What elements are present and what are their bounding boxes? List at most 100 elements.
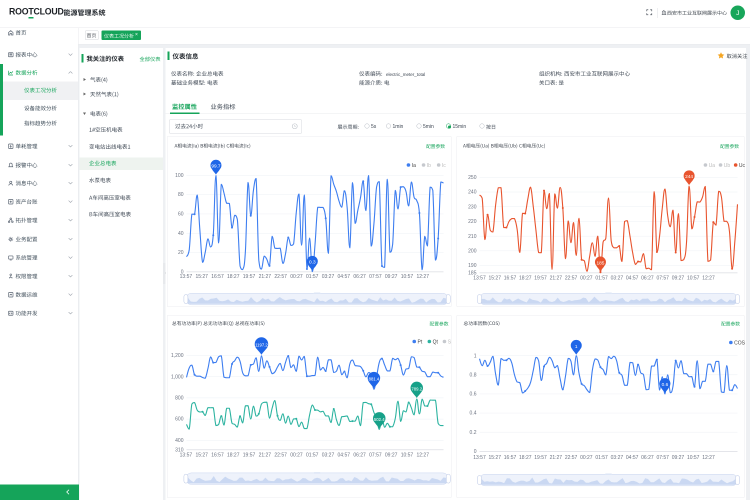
svg-text:21:27: 21:27 [259, 453, 272, 459]
svg-text:0: 0 [474, 449, 477, 455]
svg-text:12:27: 12:27 [416, 453, 429, 459]
svg-text:06:27: 06:27 [353, 453, 366, 459]
svg-text:03:27: 03:27 [611, 455, 624, 461]
svg-text:04:57: 04:57 [626, 276, 639, 282]
svg-text:15:27: 15:27 [488, 455, 501, 461]
svg-text:10:57: 10:57 [401, 453, 414, 459]
svg-text:09:27: 09:27 [385, 274, 398, 280]
svg-text:21:27: 21:27 [550, 455, 563, 461]
svg-text:600: 600 [175, 417, 184, 423]
svg-text:Uc: Uc [739, 163, 745, 169]
svg-text:220: 220 [468, 219, 477, 225]
svg-text:04:57: 04:57 [626, 455, 639, 461]
svg-text:16:57: 16:57 [504, 276, 517, 282]
svg-text:Ic: Ic [442, 163, 446, 169]
svg-text:100: 100 [175, 173, 184, 179]
svg-text:01:57: 01:57 [595, 276, 608, 282]
svg-text:0.3: 0.3 [309, 260, 316, 266]
svg-text:COS: COS [734, 340, 745, 346]
svg-text:16:57: 16:57 [504, 455, 517, 461]
svg-text:22:57: 22:57 [565, 455, 578, 461]
svg-text:00:27: 00:27 [580, 276, 593, 282]
svg-text:Ia: Ia [412, 163, 416, 169]
svg-text:22:57: 22:57 [274, 453, 287, 459]
svg-text:13:57: 13:57 [180, 274, 193, 280]
svg-text:18:27: 18:27 [519, 455, 532, 461]
svg-text:1,200: 1,200 [171, 353, 184, 359]
svg-text:0.6: 0.6 [470, 392, 477, 398]
svg-text:03:27: 03:27 [322, 453, 335, 459]
svg-text:15:27: 15:27 [195, 453, 208, 459]
svg-text:18:27: 18:27 [227, 274, 240, 280]
svg-text:01:57: 01:57 [306, 453, 319, 459]
svg-text:00:27: 00:27 [580, 455, 593, 461]
svg-text:13:57: 13:57 [473, 276, 486, 282]
svg-text:04:57: 04:57 [338, 274, 351, 280]
svg-text:09:27: 09:27 [385, 453, 398, 459]
svg-text:10:57: 10:57 [401, 274, 414, 280]
svg-text:12:27: 12:27 [416, 274, 429, 280]
svg-text:60: 60 [178, 212, 184, 218]
svg-text:99.7: 99.7 [211, 164, 221, 170]
svg-text:250: 250 [468, 175, 477, 181]
svg-text:16:57: 16:57 [211, 274, 224, 280]
svg-text:400: 400 [175, 438, 184, 444]
svg-text:200: 200 [468, 248, 477, 254]
svg-text:07:57: 07:57 [369, 274, 382, 280]
svg-text:0.8: 0.8 [470, 372, 477, 378]
svg-text:19:57: 19:57 [534, 276, 547, 282]
svg-text:S: S [448, 339, 452, 345]
svg-text:881.4: 881.4 [369, 377, 380, 382]
svg-text:1197.2: 1197.2 [255, 343, 268, 348]
svg-text:190: 190 [468, 263, 477, 269]
svg-text:07:57: 07:57 [656, 455, 669, 461]
svg-text:18:27: 18:27 [519, 276, 532, 282]
svg-text:13:57: 13:57 [473, 455, 486, 461]
svg-text:0.6: 0.6 [662, 382, 669, 388]
svg-text:07:57: 07:57 [656, 276, 669, 282]
svg-text:15:27: 15:27 [195, 274, 208, 280]
svg-text:210: 210 [468, 234, 477, 240]
svg-text:22:57: 22:57 [565, 276, 578, 282]
svg-text:07:57: 07:57 [369, 453, 382, 459]
svg-text:18:27: 18:27 [227, 453, 240, 459]
svg-text:Pt: Pt [418, 339, 423, 345]
svg-text:1,000: 1,000 [171, 374, 184, 380]
svg-text:789.2: 789.2 [411, 386, 422, 391]
svg-text:06:27: 06:27 [641, 276, 654, 282]
svg-text:22:57: 22:57 [274, 274, 287, 280]
svg-text:00:27: 00:27 [290, 453, 303, 459]
svg-text:01:57: 01:57 [306, 274, 319, 280]
svg-text:13:57: 13:57 [180, 453, 193, 459]
svg-text:06:27: 06:27 [641, 455, 654, 461]
svg-text:19:57: 19:57 [534, 455, 547, 461]
svg-text:21:27: 21:27 [550, 276, 563, 282]
svg-text:Qt: Qt [433, 339, 439, 345]
svg-text:185: 185 [596, 260, 604, 266]
svg-text:04:57: 04:57 [338, 453, 351, 459]
svg-text:15:27: 15:27 [488, 276, 501, 282]
svg-text:230: 230 [468, 204, 477, 210]
svg-text:1: 1 [575, 344, 578, 350]
svg-text:1: 1 [474, 353, 477, 359]
svg-text:03:27: 03:27 [611, 276, 624, 282]
svg-text:240: 240 [468, 190, 477, 196]
svg-text:40: 40 [178, 231, 184, 237]
svg-text:12:27: 12:27 [702, 276, 715, 282]
svg-text:06:27: 06:27 [353, 274, 366, 280]
svg-text:09:27: 09:27 [672, 276, 685, 282]
svg-text:03:27: 03:27 [322, 274, 335, 280]
svg-text:502.4: 502.4 [374, 417, 385, 422]
svg-text:19:57: 19:57 [243, 274, 256, 280]
svg-text:21:27: 21:27 [259, 274, 272, 280]
svg-text:10:57: 10:57 [687, 276, 700, 282]
svg-text:20: 20 [178, 250, 184, 256]
svg-text:Ua: Ua [709, 163, 716, 169]
svg-text:12:27: 12:27 [702, 455, 715, 461]
svg-text:Ub: Ub [724, 163, 731, 169]
svg-text:244: 244 [685, 174, 693, 180]
svg-text:80: 80 [178, 192, 184, 198]
svg-text:800: 800 [175, 396, 184, 402]
svg-text:00:27: 00:27 [290, 274, 303, 280]
svg-text:0.4: 0.4 [470, 411, 477, 417]
